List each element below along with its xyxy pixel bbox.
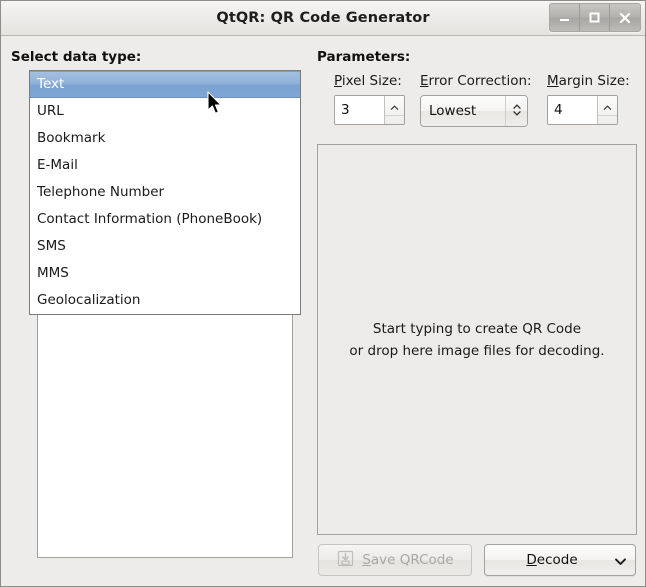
error-correction-combobox[interactable]: Lowest [420,95,528,127]
save-icon [336,549,355,572]
margin-size-label-rest: argin Size: [558,73,630,89]
save-qrcode-label: Save QRCode [362,552,453,568]
minimize-button[interactable] [550,4,580,31]
margin-size-value[interactable]: 4 [548,96,597,124]
chevron-down-icon [390,116,399,124]
list-item-telephone-number[interactable]: Telephone Number [30,179,300,206]
margin-size-increment-button[interactable] [598,96,617,116]
select-data-type-label: Select data type: [11,49,142,65]
pixel-size-group: Pixel Size: 3 [334,73,405,125]
close-button[interactable] [610,4,640,31]
margin-size-spinbox[interactable]: 4 [547,95,618,125]
list-item-sms[interactable]: SMS [30,233,300,260]
decode-menu-arrow[interactable] [605,551,635,570]
margin-size-label: Margin Size: [547,73,630,89]
qr-preview-area[interactable]: Start typing to create QR Code or drop h… [317,144,637,535]
application-window: QtQR: QR Code Generator Select data type… [0,0,646,587]
list-item-bookmark[interactable]: Bookmark [30,125,300,152]
error-correction-label-rest: rror Correction: [428,73,532,89]
pixel-size-label: Pixel Size: [334,73,405,89]
chevron-updown-icon [512,102,522,121]
decode-accel: D [526,552,537,568]
chevron-up-icon [603,96,612,115]
pixel-size-accel: P [334,73,342,89]
error-correction-value: Lowest [429,103,477,119]
list-item-mms[interactable]: MMS [30,260,300,287]
pixel-size-steppers [384,96,404,124]
minimize-icon [558,11,571,24]
list-item-email[interactable]: E-Mail [30,152,300,179]
margin-size-decrement-button[interactable] [598,116,617,124]
decode-label-rest: ecode [536,552,578,568]
data-type-dropdown-list[interactable]: Text URL Bookmark E-Mail Telephone Numbe… [29,70,301,315]
error-correction-accel: E [420,73,429,89]
close-icon [618,11,632,25]
list-item-geolocalization[interactable]: Geolocalization [30,287,300,314]
save-qrcode-button[interactable]: Save QRCode [318,544,472,576]
decode-label: Decode [485,552,605,568]
margin-size-group: Margin Size: 4 [547,73,630,125]
margin-size-steppers [597,96,617,124]
error-correction-group: Error Correction: Lowest [420,73,532,127]
list-item-contact-information[interactable]: Contact Information (PhoneBook) [30,206,300,233]
data-input-textarea[interactable] [37,313,293,558]
parameters-label: Parameters: [317,49,411,65]
list-item-url[interactable]: URL [30,98,300,125]
error-correction-label: Error Correction: [420,73,532,89]
save-qrcode-accel: S [362,552,371,568]
decode-button[interactable]: Decode [484,544,636,576]
maximize-button[interactable] [580,4,610,31]
chevron-up-icon [390,96,399,115]
preview-placeholder-text: Start typing to create QR Code or drop h… [349,320,605,359]
maximize-icon [588,11,601,24]
chevron-down-icon [614,551,627,570]
chevron-down-icon [603,116,612,124]
list-item-text[interactable]: Text [30,71,300,98]
margin-size-accel: M [547,73,559,89]
error-correction-dropdown-arrow[interactable] [505,96,527,126]
pixel-size-value[interactable]: 3 [335,96,384,124]
pixel-size-increment-button[interactable] [385,96,404,116]
save-qrcode-label-rest: ave QRCode [370,552,454,568]
title-bar[interactable]: QtQR: QR Code Generator [1,1,645,36]
pixel-size-label-rest: ixel Size: [341,73,402,89]
window-controls [549,3,641,32]
pixel-size-decrement-button[interactable] [385,116,404,124]
pixel-size-spinbox[interactable]: 3 [334,95,405,125]
